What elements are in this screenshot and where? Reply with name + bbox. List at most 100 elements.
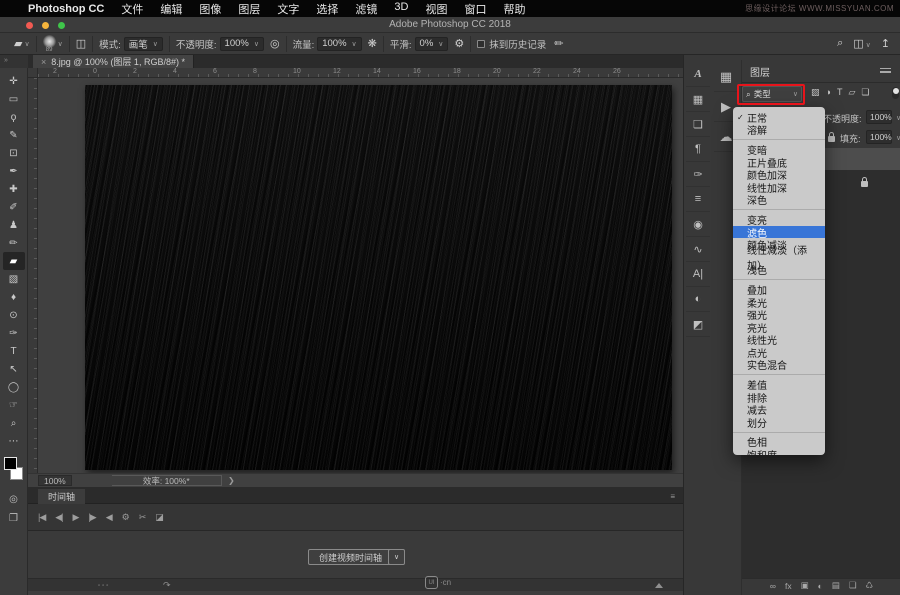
- layer-mask-icon[interactable]: ▣: [801, 580, 809, 591]
- brushes-panel-icon[interactable]: ≡: [686, 187, 710, 212]
- blend-mode-option[interactable]: ✓: [733, 429, 825, 436]
- blend-mode-option[interactable]: ✓: [733, 276, 825, 283]
- filter-smart-objects-icon[interactable]: ❏: [861, 87, 869, 98]
- gradient-tool[interactable]: ▧: [3, 270, 25, 288]
- menu-item[interactable]: 滤镜: [355, 1, 377, 17]
- blend-mode-option[interactable]: ✓ 划分: [733, 416, 825, 429]
- color-panel-icon[interactable]: ◉: [686, 212, 710, 237]
- eyedropper-tool[interactable]: ✒: [3, 162, 25, 180]
- workspace-switcher-icon[interactable]: ◫∨: [853, 37, 871, 50]
- delete-layer-icon[interactable]: ♺: [865, 580, 873, 591]
- filter-type-layers-icon[interactable]: T: [837, 87, 843, 98]
- blur-tool[interactable]: ♦: [3, 288, 25, 306]
- blend-mode-option[interactable]: ✓: [733, 206, 825, 213]
- blend-mode-option[interactable]: ✓: [733, 136, 825, 143]
- blend-mode-option[interactable]: ✓ 饱和度: [733, 448, 825, 455]
- layer-filter-toggle[interactable]: [892, 87, 899, 99]
- transition-icon[interactable]: ◪: [155, 512, 163, 523]
- clone-stamp-tool[interactable]: ♟: [3, 216, 25, 234]
- lasso-tool[interactable]: ϙ: [3, 108, 25, 126]
- layers-panel-tab[interactable]: 图层: [750, 64, 770, 79]
- erase-to-history-checkbox[interactable]: [477, 40, 485, 48]
- brush-preset-picker[interactable]: 89: [43, 35, 56, 53]
- eraser-options-chevron[interactable]: ∨: [24, 40, 29, 48]
- mode-select[interactable]: 画笔∨: [124, 37, 163, 51]
- properties-panel-icon[interactable]: ❏: [686, 112, 710, 137]
- layers-opacity-field[interactable]: 100%: [866, 110, 892, 124]
- mute-audio-icon[interactable]: ◀: [106, 512, 112, 523]
- layers-fill-field[interactable]: 100%: [866, 130, 892, 144]
- eraser-options-icon[interactable]: ▰: [14, 37, 22, 50]
- create-video-timeline-button[interactable]: 创建视频时间轴: [308, 549, 393, 565]
- smoothing-select[interactable]: 0%∨: [415, 37, 449, 51]
- chevron-down-icon[interactable]: ∨: [896, 114, 900, 122]
- chevron-down-icon[interactable]: ∨: [896, 134, 900, 142]
- share-icon[interactable]: ↥: [881, 37, 890, 50]
- vertical-ruler[interactable]: 024681012141618: [28, 78, 38, 473]
- flow-select[interactable]: 100%∨: [317, 37, 361, 51]
- toolbar-collapse[interactable]: »: [0, 55, 28, 68]
- go-first-frame-icon[interactable]: |◀: [38, 512, 45, 523]
- styles-panel-icon[interactable]: ◩: [686, 312, 710, 337]
- edit-toolbar-icon[interactable]: ⋯: [3, 432, 25, 450]
- menu-item[interactable]: 帮助: [503, 1, 525, 17]
- menu-item[interactable]: 图像: [199, 1, 221, 17]
- adjustments-panel-icon[interactable]: ◐: [686, 287, 710, 312]
- move-tool[interactable]: ✛: [3, 72, 25, 90]
- menu-item[interactable]: 文件: [121, 1, 143, 17]
- zoom-tool[interactable]: ⌕: [3, 414, 25, 432]
- filter-shape-layers-icon[interactable]: ▱: [848, 87, 855, 98]
- menu-item[interactable]: 图层: [238, 1, 260, 17]
- close-tab-icon[interactable]: ×: [41, 57, 46, 67]
- menu-item[interactable]: 3D: [394, 1, 408, 17]
- paragraph-panel-icon[interactable]: ¶: [686, 137, 710, 162]
- pen-tool[interactable]: ✑: [3, 324, 25, 342]
- filter-pixel-layers-icon[interactable]: ▨: [811, 87, 820, 98]
- link-layers-icon[interactable]: ∞: [770, 581, 776, 591]
- menu-app-name[interactable]: Photoshop CC: [28, 3, 104, 15]
- document-tab[interactable]: × 8.jpg @ 100% (图层 1, RGB/8#) *: [33, 55, 194, 68]
- menu-item[interactable]: 编辑: [160, 1, 182, 17]
- adjustment-layer-icon[interactable]: ◐: [818, 581, 823, 591]
- paths-panel-icon[interactable]: ∿: [686, 237, 710, 262]
- layer-comps-panel-icon[interactable]: ▦: [686, 87, 710, 112]
- timeline-tab[interactable]: 时间轴: [38, 489, 85, 504]
- blend-mode-option[interactable]: ✓ 深色: [733, 194, 825, 207]
- swatches-panel-icon[interactable]: ▦: [714, 62, 738, 92]
- status-chevron-icon[interactable]: ❯: [228, 476, 235, 485]
- search-icon[interactable]: ⌕: [837, 37, 843, 50]
- play-icon[interactable]: ▶: [73, 512, 79, 523]
- shape-tool[interactable]: ◯: [3, 378, 25, 396]
- prev-frame-icon[interactable]: ◀|: [55, 512, 62, 523]
- lock-icon[interactable]: [828, 136, 835, 142]
- menu-item[interactable]: 视图: [425, 1, 447, 17]
- timeline-settings-icon[interactable]: ⚙: [122, 512, 129, 523]
- create-timeline-chevron[interactable]: ∨: [388, 549, 405, 565]
- foreground-color-swatch[interactable]: [4, 457, 17, 470]
- brush-settings-panel-icon[interactable]: ✑: [686, 162, 710, 187]
- crop-tool[interactable]: ⊡: [3, 144, 25, 162]
- layers-panel-menu-icon[interactable]: [880, 68, 891, 73]
- eraser-tool[interactable]: ▰: [3, 252, 25, 270]
- history-brush-options-icon[interactable]: ✏: [554, 37, 563, 50]
- menu-item[interactable]: 文字: [277, 1, 299, 17]
- blend-mode-option[interactable]: ✓: [733, 371, 825, 378]
- frame-rate-icon[interactable]: ▫▫▫: [98, 583, 110, 589]
- background-lock-icon[interactable]: [861, 181, 868, 187]
- path-selection-tool[interactable]: ↖: [3, 360, 25, 378]
- zoom-level-field[interactable]: 100%: [38, 475, 72, 486]
- blend-mode-option[interactable]: ✓ 溶解: [733, 124, 825, 137]
- horizontal-ruler[interactable]: 202468101214161820222426: [38, 68, 683, 78]
- opacity-select[interactable]: 100%∨: [220, 37, 264, 51]
- toggle-brush-panel-icon[interactable]: ◫: [76, 37, 86, 50]
- healing-brush-tool[interactable]: ✚: [3, 180, 25, 198]
- new-layer-icon[interactable]: ❏: [849, 580, 857, 591]
- next-frame-icon[interactable]: |▶: [88, 512, 95, 523]
- airbrush-icon[interactable]: ❋: [368, 37, 377, 50]
- menu-item[interactable]: 窗口: [464, 1, 486, 17]
- character-panel-icon[interactable]: A|: [686, 262, 710, 287]
- screen-mode-icon[interactable]: ❐: [9, 513, 18, 524]
- smoothing-gear-icon[interactable]: ⚙: [454, 37, 464, 50]
- menu-item[interactable]: 选择: [316, 1, 338, 17]
- status-info-field[interactable]: 效率: 100%* ❯: [112, 475, 222, 486]
